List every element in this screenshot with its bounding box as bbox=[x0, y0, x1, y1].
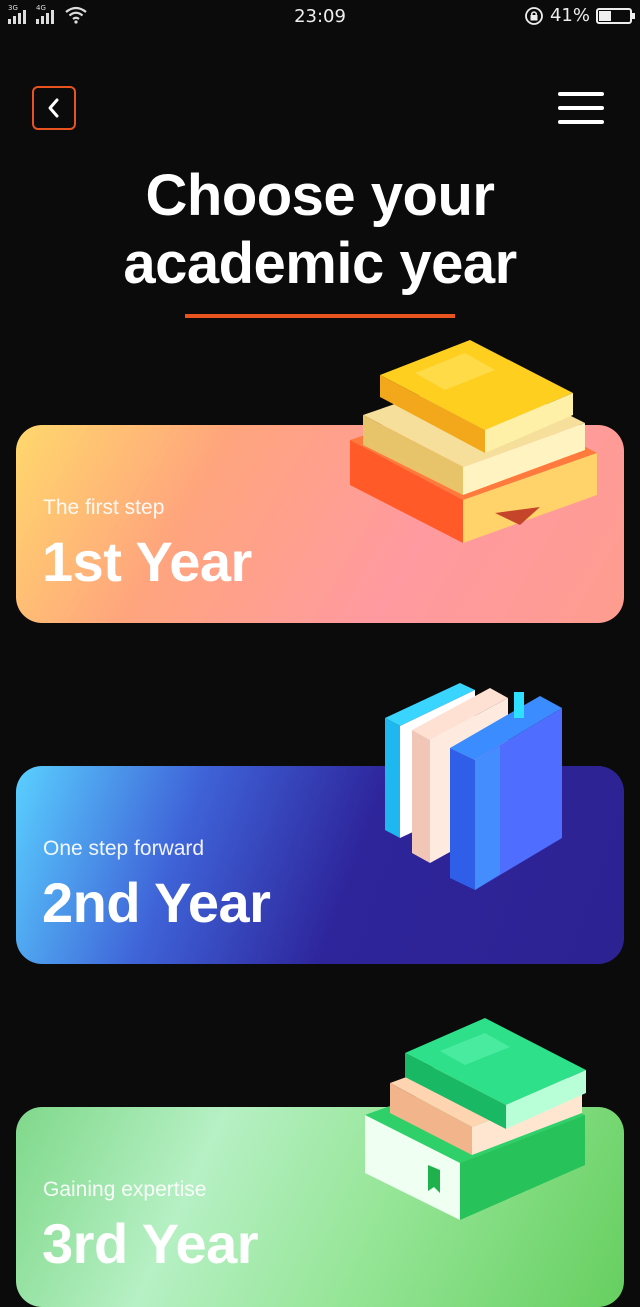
page-title-line1: Choose your bbox=[145, 163, 496, 228]
card-title: 3rd Year bbox=[42, 1212, 259, 1275]
back-button[interactable] bbox=[32, 86, 76, 130]
menu-button[interactable] bbox=[558, 92, 604, 126]
rotation-lock-icon bbox=[525, 6, 543, 25]
status-bar: 3G 4G 23:09 41% bbox=[0, 0, 640, 36]
battery-icon bbox=[596, 7, 635, 24]
title-underline bbox=[185, 314, 455, 318]
chevron-left-icon bbox=[48, 98, 59, 118]
status-right: 41% bbox=[524, 5, 635, 26]
blue-books-illustration bbox=[385, 683, 562, 890]
card-subtitle: Gaining expertise bbox=[43, 1178, 207, 1201]
card-subtitle: The first step bbox=[43, 496, 165, 519]
hamburger-menu-icon bbox=[558, 92, 604, 96]
page-title: Choose your academic year bbox=[0, 162, 640, 298]
card-subtitle: One step forward bbox=[43, 837, 205, 860]
page-title-line2: academic year bbox=[123, 231, 517, 296]
card-title: 2nd Year bbox=[42, 871, 271, 934]
yellow-books-illustration bbox=[350, 340, 597, 543]
battery-percent: 41% bbox=[549, 5, 590, 26]
green-books-illustration bbox=[365, 1018, 586, 1220]
card-title: 1st Year bbox=[42, 530, 252, 593]
